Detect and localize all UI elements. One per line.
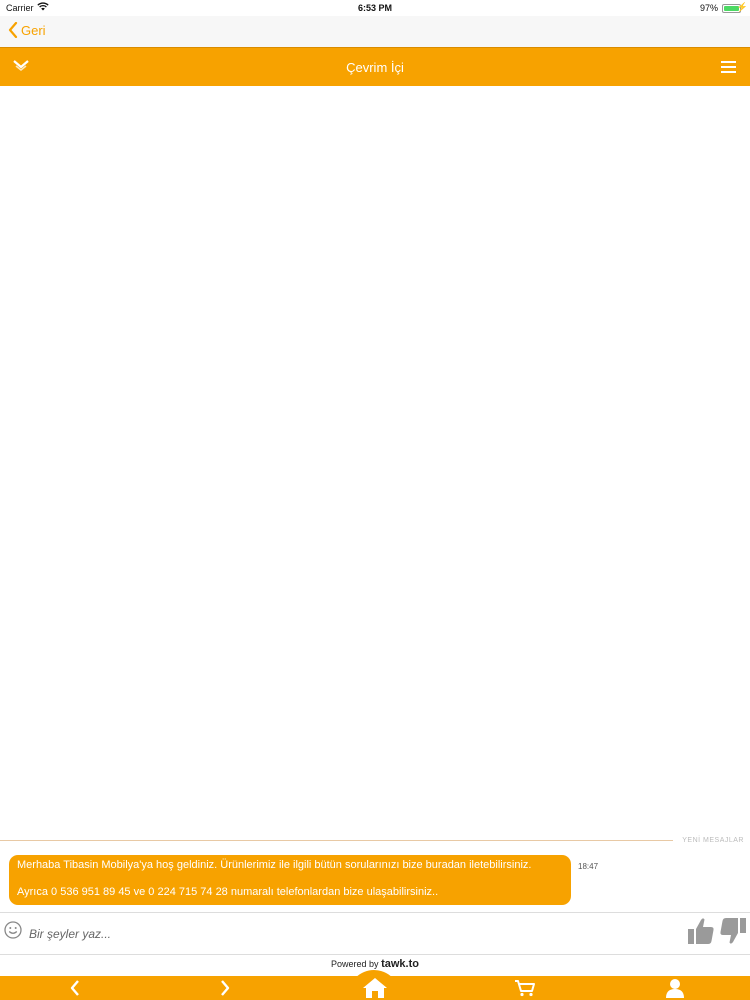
cart-icon xyxy=(515,980,535,997)
back-tab[interactable] xyxy=(50,976,100,1000)
battery-percentage: 97% xyxy=(699,3,718,13)
hamburger-menu-icon[interactable] xyxy=(721,61,736,79)
home-tab[interactable] xyxy=(350,976,400,1000)
home-icon xyxy=(363,978,387,998)
cart-tab[interactable] xyxy=(500,976,550,1000)
powered-by-label: Powered by xyxy=(331,959,379,969)
account-tab[interactable] xyxy=(650,976,700,1000)
back-button[interactable]: Geri xyxy=(8,22,46,38)
chat-message-bubble: Merhaba Tibasin Mobilya'ya hoş geldiniz.… xyxy=(9,855,571,905)
message-timestamp: 18:47 xyxy=(578,862,599,871)
message-line: Ayrıca 0 536 951 89 45 ve 0 224 715 74 2… xyxy=(17,886,439,898)
tawk-brand: tawk.to xyxy=(381,958,419,970)
chat-messages-area[interactable]: YENİ MESAJLAR Merhaba Tibasin Mobilya'ya… xyxy=(0,86,750,912)
thumbs-up-icon[interactable] xyxy=(687,916,715,951)
charging-icon: ⚡ xyxy=(736,2,748,12)
bottom-tab-bar xyxy=(0,970,750,1000)
status-bar: Carrier 6:53 PM 97% ⚡ xyxy=(0,0,750,16)
arrow-right-icon xyxy=(221,980,230,996)
new-messages-divider xyxy=(0,840,673,841)
back-label: Geri xyxy=(21,22,46,38)
chat-header: Çevrim İçi xyxy=(0,47,750,86)
navigation-bar: Geri xyxy=(0,16,750,47)
message-line: Merhaba Tibasin Mobilya'ya hoş geldiniz.… xyxy=(17,859,532,871)
thumbs-down-icon[interactable] xyxy=(719,916,747,951)
message-input[interactable] xyxy=(27,923,631,945)
powered-by-footer[interactable]: Powered by tawk.to xyxy=(0,958,750,970)
arrow-left-icon xyxy=(70,980,79,996)
user-icon xyxy=(666,979,684,998)
clock: 6:53 PM xyxy=(357,3,392,13)
smiley-icon[interactable] xyxy=(4,921,22,944)
new-messages-label: YENİ MESAJLAR xyxy=(682,837,744,844)
chevron-left-icon xyxy=(8,22,18,38)
chat-status-title: Çevrim İçi xyxy=(346,60,404,75)
message-input-bar xyxy=(0,912,750,955)
forward-tab[interactable] xyxy=(200,976,250,1000)
